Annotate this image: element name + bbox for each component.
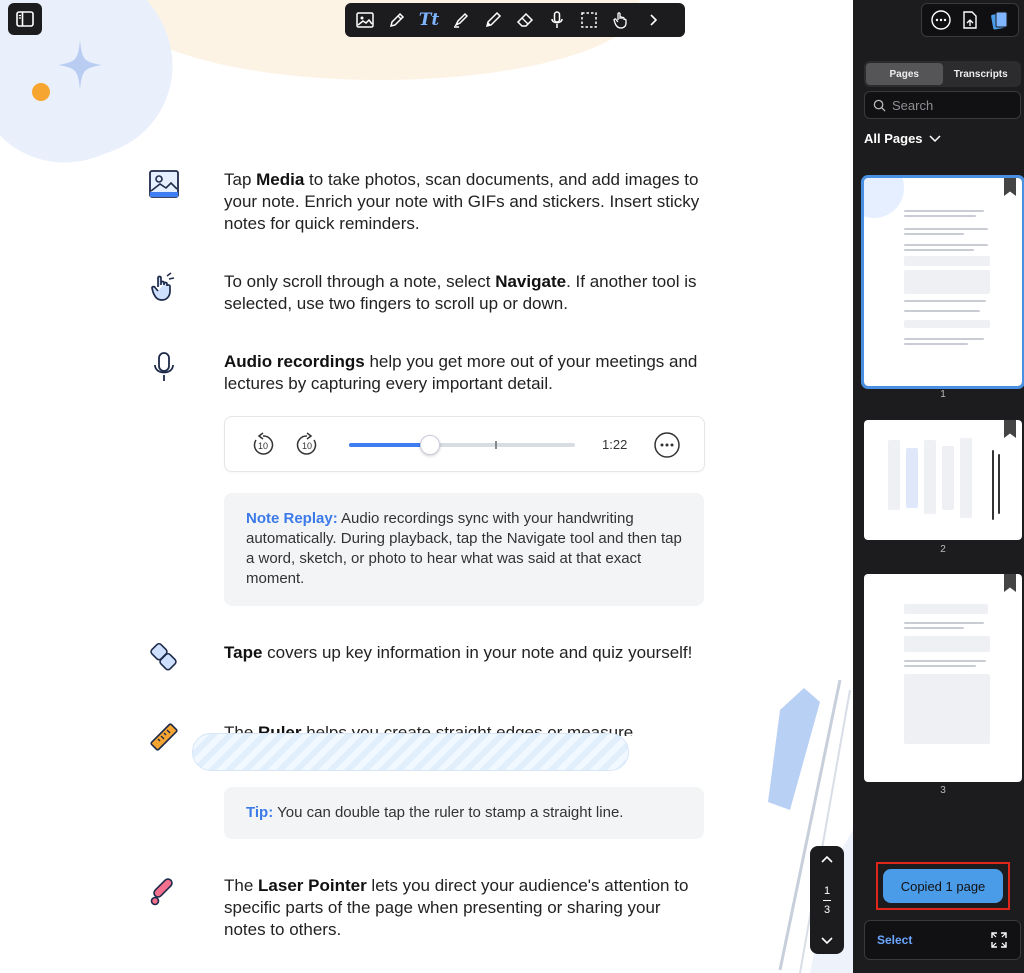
pages-view-icon[interactable]: [988, 9, 1010, 31]
tab-transcripts[interactable]: Transcripts: [943, 63, 1020, 85]
pages-panel: Pages Transcripts All Pages 1: [853, 0, 1024, 973]
select-button[interactable]: Select: [877, 933, 912, 947]
current-page-number: 1: [823, 884, 831, 897]
navigate-hand-icon: [145, 268, 183, 306]
svg-text:10: 10: [258, 441, 268, 451]
media-image-icon: [145, 165, 183, 203]
hand-pointer-icon: [613, 12, 627, 29]
tape-icon: [145, 638, 183, 676]
panel-tabs: Pages Transcripts: [864, 61, 1021, 87]
note-canvas[interactable]: Tt Tap Media to take photos, scan docume…: [0, 0, 853, 973]
chevron-down-icon: [929, 134, 941, 142]
playback-marker: [495, 441, 497, 449]
playback-scrubber[interactable]: [349, 435, 575, 455]
sidebar-icon: [16, 11, 34, 27]
microphone-icon: [551, 11, 563, 28]
tool-bar: Tt: [345, 3, 685, 37]
pen-icon: [389, 12, 405, 28]
page-number-label: 2: [940, 544, 946, 555]
panel-actions: [921, 3, 1019, 37]
tool-pencil[interactable]: [479, 6, 507, 34]
tape-description: Tape covers up key information in your n…: [224, 643, 693, 662]
page-thumbnail-3[interactable]: [864, 574, 1022, 782]
page-thumbnail-2[interactable]: [864, 420, 1022, 540]
more-options-icon[interactable]: [653, 431, 681, 459]
text-tool-glyph: Tt: [418, 10, 440, 30]
tool-highlighter[interactable]: [447, 6, 475, 34]
laser-description: The Laser Pointer lets you direct your a…: [224, 876, 689, 939]
bookmark-icon[interactable]: [1004, 574, 1016, 592]
tool-text[interactable]: Tt: [415, 6, 443, 34]
tool-pen[interactable]: [383, 6, 411, 34]
page-filter-label: All Pages: [864, 131, 923, 146]
more-options-icon[interactable]: [930, 9, 952, 31]
expand-icon[interactable]: [990, 931, 1008, 949]
chevron-down-icon[interactable]: [820, 936, 834, 946]
lasso-select-icon: [581, 12, 597, 28]
toolbar-more-button[interactable]: [639, 6, 667, 34]
search-input[interactable]: [892, 97, 1012, 113]
laser-pointer-icon: [145, 872, 183, 910]
select-bar: Select: [864, 920, 1021, 960]
svg-text:10: 10: [302, 441, 312, 451]
playback-time: 1:22: [602, 437, 628, 452]
media-description: Tap Media to take photos, scan documents…: [224, 170, 700, 233]
total-page-count: 3: [823, 903, 831, 916]
audio-description: Audio recordings help you get more out o…: [224, 352, 698, 393]
search-icon: [873, 99, 886, 112]
pencil-icon: [485, 11, 502, 28]
copied-toast[interactable]: Copied 1 page: [883, 869, 1003, 903]
page-navigator: 1 3: [810, 846, 844, 954]
playback-progress: [349, 443, 431, 447]
image-icon: [356, 12, 374, 28]
tip-callout: Tip: You can double tap the ruler to sta…: [224, 787, 704, 839]
tool-lasso[interactable]: [575, 6, 603, 34]
bookmark-icon[interactable]: [1004, 178, 1016, 196]
sparkle-icon: [58, 40, 102, 90]
tool-navigate[interactable]: [607, 6, 635, 34]
navigate-description: To only scroll through a note, select Na…: [224, 272, 697, 313]
skip-forward-icon[interactable]: 10: [294, 432, 320, 458]
tab-pages[interactable]: Pages: [866, 63, 943, 85]
page-filter-dropdown[interactable]: All Pages: [864, 131, 941, 146]
skip-back-icon[interactable]: 10: [250, 432, 276, 458]
audio-player: 10 10 1:22: [224, 416, 705, 472]
page-thumbnail-1[interactable]: [861, 175, 1024, 389]
eraser-icon: [516, 12, 534, 27]
page-export-icon[interactable]: [959, 9, 981, 31]
page-number-label: 3: [940, 785, 946, 796]
thumbnail-decoration: [864, 178, 904, 218]
tool-media[interactable]: [351, 6, 379, 34]
note-replay-callout: Note Replay: Audio recordings sync with …: [224, 493, 704, 606]
highlighter-icon: [454, 12, 469, 28]
chevron-right-icon: [650, 14, 658, 26]
scrubber-thumb[interactable]: [420, 435, 441, 455]
ruler-tool-overlay[interactable]: [192, 733, 629, 771]
copied-highlight: Copied 1 page: [876, 862, 1010, 910]
audio-microphone-icon: [145, 348, 183, 386]
tool-audio[interactable]: [543, 6, 571, 34]
ruler-icon: [145, 718, 183, 756]
decorative-dot: [32, 83, 50, 101]
sidebar-toggle-button[interactable]: [8, 3, 42, 35]
page-number-label: 1: [940, 389, 946, 400]
chevron-up-icon[interactable]: [820, 854, 834, 864]
tool-eraser[interactable]: [511, 6, 539, 34]
search-box: [864, 91, 1021, 119]
bookmark-icon[interactable]: [1004, 420, 1016, 438]
